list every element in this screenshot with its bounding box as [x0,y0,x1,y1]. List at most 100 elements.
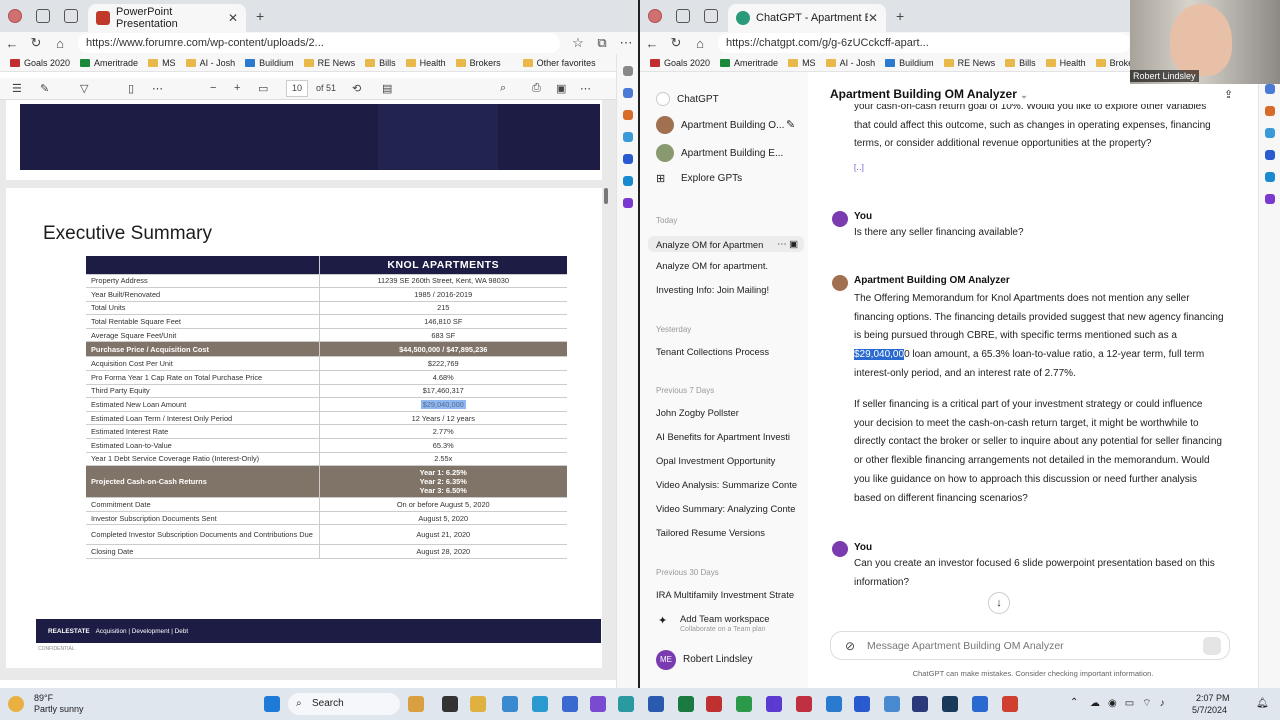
sidebar-item-chat[interactable]: Analyze OM for apartment. [656,260,802,271]
acrobat-icon[interactable] [706,696,722,712]
refresh-icon[interactable]: ↻ [664,35,688,51]
onenote-icon[interactable] [1264,194,1275,204]
more-options-icon[interactable]: ⋯ [580,82,591,95]
app-icon[interactable] [442,696,458,712]
avatar[interactable]: ME [656,650,676,670]
zoom-icon[interactable] [854,696,870,712]
new-chat-icon[interactable]: ✎ [786,118,795,131]
favorite-item[interactable]: Health [1045,58,1086,68]
user-name[interactable]: Robert Lindsley [683,654,752,665]
search-icon[interactable]: ⌕ [500,82,506,95]
zoom-in-icon[interactable]: + [234,82,240,94]
favorite-item[interactable]: Bills [1005,58,1036,68]
favorite-item[interactable]: Brokers [455,58,501,68]
page-view-icon[interactable]: ▯ [128,82,134,95]
close-icon[interactable]: ✕ [868,11,878,25]
workspaces-icon[interactable] [36,9,50,23]
other-favorites[interactable]: Other favorites [522,58,596,68]
sidebar-item-chat[interactable]: Opal Investment Opportunity [656,455,802,466]
back-icon[interactable]: ← [640,36,664,51]
favorite-item[interactable]: Ameritrade [720,58,778,68]
contents-icon[interactable]: ☰ [12,82,22,95]
onenote-icon[interactable] [622,198,633,208]
taskbar-search[interactable]: ⌕ Search [288,693,400,715]
games-icon[interactable] [622,132,633,142]
read-aloud-icon[interactable]: ▤ [382,82,392,95]
app-icon[interactable] [590,696,606,712]
edge-icon[interactable] [532,696,548,712]
word-icon[interactable] [648,696,664,712]
more-icon[interactable]: ⋯ ▣ [777,238,798,250]
favorite-item[interactable]: Buildium [245,58,294,68]
favorite-item[interactable]: RE News [943,58,995,68]
sidebar-item-chat[interactable]: Investing Info: Join Mailing! [656,284,802,295]
extensions-icon[interactable]: ⧉ [590,35,614,51]
tab-actions-icon[interactable] [64,9,78,23]
fit-page-icon[interactable]: ▭ [258,82,268,95]
add-team-button[interactable]: Add Team workspace [680,613,769,624]
pdf-scrollbar[interactable] [604,188,608,204]
app-icon[interactable] [408,696,424,712]
new-tab-icon[interactable]: + [256,8,264,24]
favorite-item[interactable]: Brokers [1095,58,1130,68]
chevron-up-icon[interactable]: ⌃ [1070,697,1078,708]
sidebar-item-explore[interactable]: ⊞ Explore GPTs [656,172,802,185]
rotate-icon[interactable]: ⟲ [352,82,361,95]
telegram-icon[interactable] [1264,172,1275,182]
app-icon[interactable] [796,696,812,712]
sidebar-item-gpt[interactable]: Apartment Building E... [656,144,802,162]
tools-icon[interactable] [1264,106,1275,116]
sidebar-item-chat[interactable]: Video Summary: Analyzing Conte [656,503,802,514]
gpt-title[interactable]: Apartment Building OM Analyzer ⌄ [830,87,1028,101]
message-input[interactable]: ⊘ Message Apartment Building OM Analyzer [830,631,1230,660]
save-icon[interactable]: ▣ [556,82,566,95]
clock-time[interactable]: 2:07 PM [1196,693,1230,703]
page-number-input[interactable]: 10 [286,80,308,97]
pdf-viewer[interactable]: Executive Summary KNOL APARTMENTS Proper… [0,100,616,680]
favorite-item[interactable]: MS [788,58,816,68]
tab-actions-icon[interactable] [704,9,718,23]
sources-icon[interactable]: [‥] [854,163,864,172]
favorite-item[interactable]: AI - Josh [185,58,235,68]
favorite-item[interactable]: Bills [365,58,396,68]
workspaces-icon[interactable] [676,9,690,23]
favorite-item[interactable]: RE News [303,58,355,68]
draw-icon[interactable]: ✎ [40,82,49,95]
favorite-item[interactable]: Ameritrade [80,58,138,68]
send-button[interactable] [1203,636,1221,655]
search-icon[interactable] [622,66,633,76]
app-icon[interactable] [618,696,634,712]
sidebar-item-chat[interactable]: Video Analysis: Summarize Conte [656,479,802,490]
favorite-item[interactable]: MS [148,58,176,68]
whatsapp-icon[interactable] [736,696,752,712]
favorite-item[interactable]: Goals 2020 [650,58,710,68]
messenger-icon[interactable] [766,696,782,712]
shopping-icon[interactable] [622,88,633,98]
close-icon[interactable]: ✕ [228,11,238,25]
sidebar-item-chat[interactable]: Tenant Collections Process [656,346,802,357]
scroll-down-button[interactable]: ↓ [988,592,1010,614]
favorite-star-icon[interactable]: ☆ [566,35,590,51]
telegram-icon[interactable] [622,176,633,186]
profile-icon[interactable] [8,9,22,23]
tab-powerpoint[interactable]: PowerPoint Presentation ✕ [88,4,246,32]
games-icon[interactable] [1264,128,1275,138]
favorite-item[interactable]: Goals 2020 [10,58,70,68]
shopping-icon[interactable] [1264,84,1275,94]
profile-icon[interactable] [648,9,662,23]
tools-icon[interactable] [622,110,633,120]
sidebar-item-chatgpt[interactable]: ChatGPT [656,92,802,106]
address-bar[interactable]: https://chatgpt.com/g/g-6zUCckcff-apart.… [718,33,1130,53]
app-icon[interactable] [972,696,988,712]
sidebar-item-chat[interactable]: John Zogby Pollster [656,407,802,418]
zoom-out-icon[interactable]: − [210,82,216,94]
steam-icon[interactable] [942,696,958,712]
favorite-item[interactable]: AI - Josh [825,58,875,68]
sidebar-item-gpt[interactable]: Apartment Building O... [656,116,802,134]
app-icon[interactable] [884,696,900,712]
refresh-icon[interactable]: ↻ [24,35,48,51]
favorite-item[interactable]: Buildium [885,58,934,68]
app-icon[interactable] [562,696,578,712]
highlight-icon[interactable]: ▽ [80,82,88,95]
folder-icon[interactable] [470,696,486,712]
